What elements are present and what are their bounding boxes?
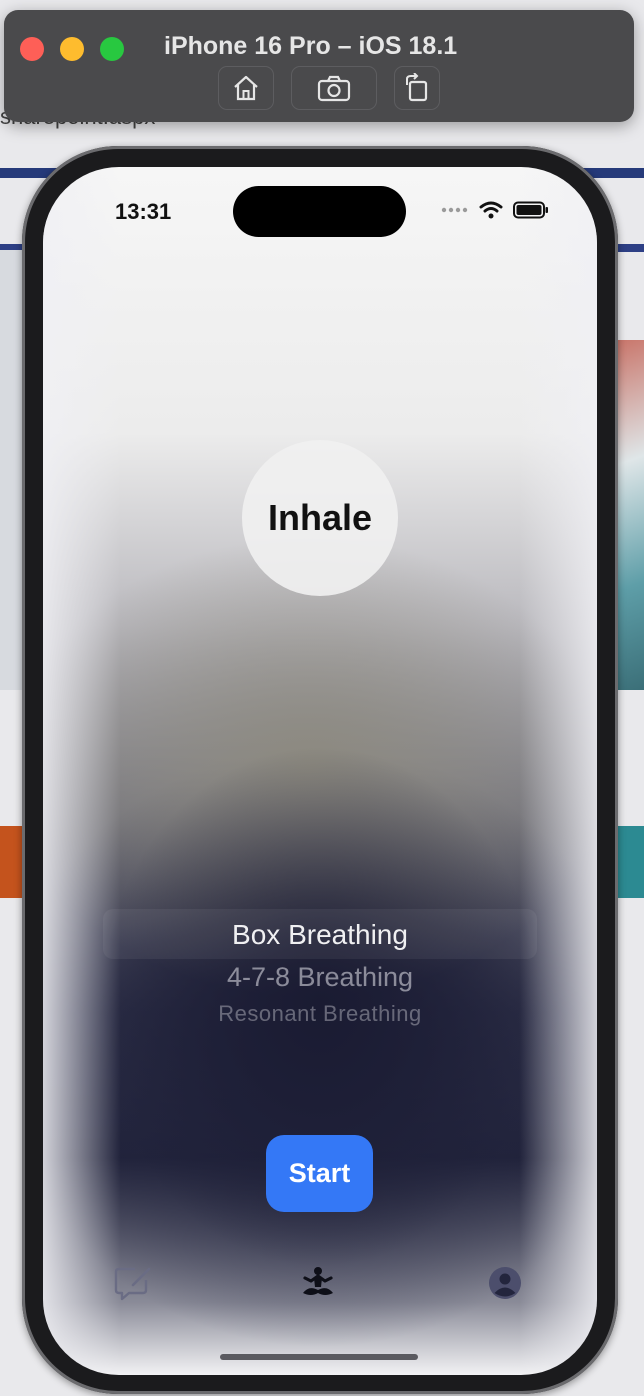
simulator-titlebar: iPhone 16 Pro – iOS 18.1 [4, 10, 634, 122]
breathing-circle: Inhale [242, 440, 398, 596]
picker-option-resonant-breathing[interactable]: Resonant Breathing [43, 1001, 597, 1027]
start-button[interactable]: Start [266, 1135, 373, 1212]
rotate-icon [406, 73, 428, 102]
minimize-window-button[interactable] [60, 37, 84, 61]
home-button[interactable] [218, 66, 274, 110]
screenshot-button[interactable] [291, 66, 377, 110]
close-window-button[interactable] [20, 37, 44, 61]
status-bar-time: 13:31 [115, 199, 172, 224]
dynamic-island [233, 186, 406, 237]
tab-meditation[interactable] [296, 1261, 340, 1305]
zoom-window-button[interactable] [100, 37, 124, 61]
picker-option-box-breathing[interactable]: Box Breathing [43, 919, 597, 951]
rotate-button[interactable] [394, 66, 440, 110]
profile-icon [489, 1267, 521, 1299]
battery-icon [513, 201, 548, 219]
status-bar-icons [441, 201, 549, 219]
background-photo [614, 340, 644, 690]
phone-screen: 13:31 Inhale Box Breathing 4-7-8 Breathi… [43, 167, 597, 1375]
simulator-title: iPhone 16 Pro – iOS 18.1 [164, 32, 458, 60]
picker-option-4-7-8-breathing[interactable]: 4-7-8 Breathing [43, 962, 597, 993]
background-teal-card [614, 826, 644, 898]
meditation-icon [303, 1267, 333, 1295]
cellular-signal-icon [441, 207, 468, 213]
home-indicator[interactable] [220, 1354, 418, 1360]
screenshot-icon [317, 75, 351, 102]
home-icon [234, 75, 258, 101]
tab-profile[interactable] [483, 1261, 527, 1305]
wifi-icon [479, 201, 503, 219]
journal-edit-icon [114, 1267, 151, 1301]
tab-journal[interactable] [111, 1261, 155, 1305]
breath-phase-label: Inhale [267, 497, 373, 538]
